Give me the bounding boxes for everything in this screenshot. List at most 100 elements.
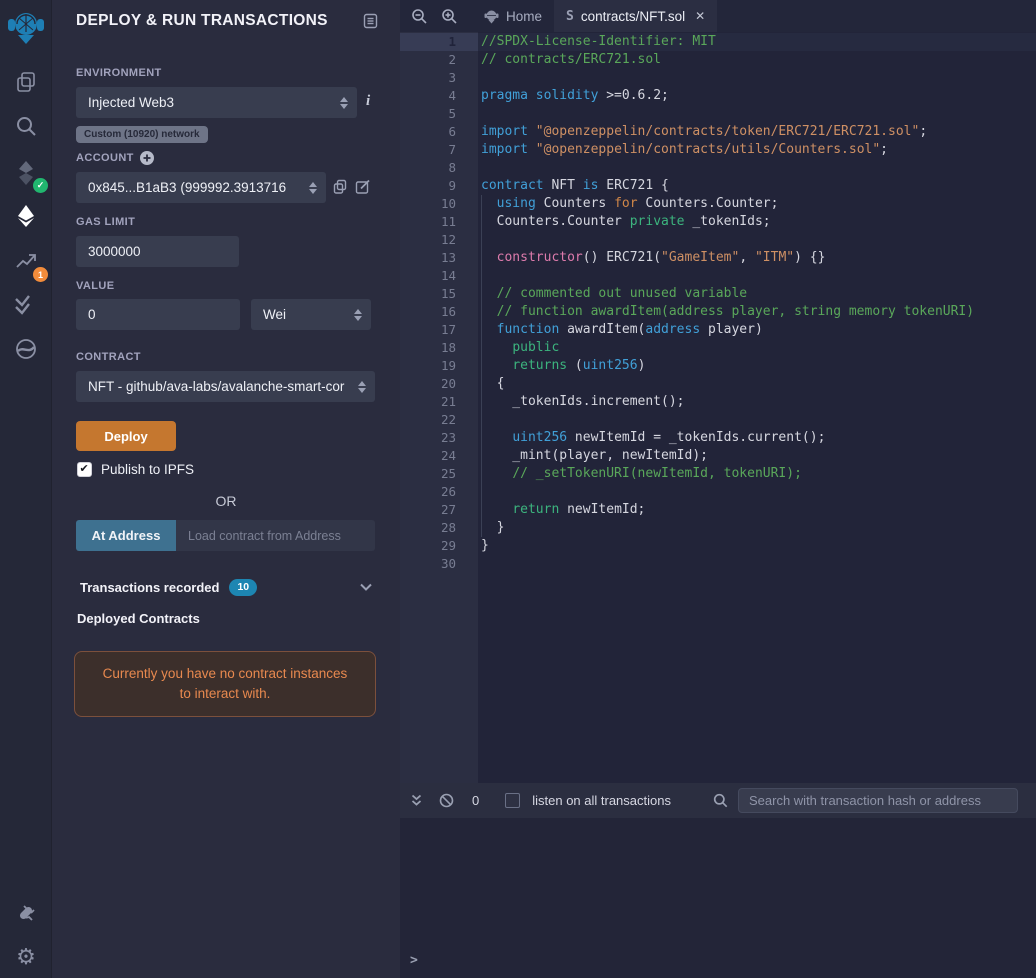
terminal-search-input[interactable]: Search with transaction hash or address: [738, 788, 1018, 813]
code-line: 4pragma solidity >=0.6.2;: [400, 87, 1036, 105]
code-token: // contracts/ERC721.sol: [481, 52, 661, 67]
zoom-out-icon[interactable]: [404, 0, 434, 32]
code-line: 16 // function awardItem(address player,…: [400, 303, 1036, 321]
code-token: [481, 250, 497, 265]
line-number: 27: [400, 501, 478, 519]
value-unit-select[interactable]: Wei: [251, 299, 371, 330]
debugger-icon[interactable]: [0, 331, 52, 367]
code-token: ) {}: [794, 250, 825, 265]
code-token: returns: [512, 358, 567, 373]
search-icon[interactable]: [0, 108, 52, 144]
line-number: 28: [400, 519, 478, 537]
clear-console-icon[interactable]: [439, 793, 454, 808]
copy-account-icon[interactable]: [333, 179, 347, 200]
at-address-input[interactable]: Load contract from Address: [176, 520, 375, 551]
code-line: 8: [400, 159, 1036, 177]
terminal-collapse-icon[interactable]: [410, 794, 423, 807]
code-text: [478, 231, 1036, 249]
code-text: import "@openzeppelin/contracts/utils/Co…: [478, 141, 1036, 159]
environment-select[interactable]: Injected Web3: [76, 87, 357, 118]
gas-limit-input[interactable]: 3000000: [76, 236, 239, 267]
line-number: 15: [400, 285, 478, 303]
account-select[interactable]: 0x845...B1aB3 (999992.3913716: [76, 172, 326, 203]
value-input[interactable]: 0: [76, 299, 240, 330]
code-token: [481, 196, 497, 211]
remix-logo-icon[interactable]: [5, 6, 47, 48]
recorder-icon[interactable]: [363, 13, 378, 34]
contract-select[interactable]: NFT - github/ava-labs/avalanche-smart-co…: [76, 371, 375, 402]
code-line: 1//SPDX-License-Identifier: MIT: [400, 33, 1036, 51]
code-line: 5: [400, 105, 1036, 123]
code-token: // commented out unused variable: [497, 286, 747, 301]
line-number: 23: [400, 429, 478, 447]
code-text: _mint(player, newItemId);: [478, 447, 1036, 465]
code-token: ): [638, 358, 646, 373]
file-explorer-icon[interactable]: [0, 64, 52, 100]
solidity-file-icon: S: [566, 9, 574, 24]
code-token: Counters.Counter: [481, 214, 630, 229]
gas-limit-label: GAS LIMIT: [76, 216, 135, 228]
code-token: constructor: [497, 250, 583, 265]
code-line: 30: [400, 555, 1036, 573]
value-unit: Wei: [263, 307, 286, 322]
code-token: return: [512, 502, 559, 517]
plugin-manager-icon[interactable]: [0, 895, 52, 931]
line-number: 17: [400, 321, 478, 339]
tab-home[interactable]: Home: [472, 0, 554, 32]
unit-testing-icon[interactable]: [0, 286, 52, 322]
code-text: }: [478, 519, 1036, 537]
tab-contracts-nft-sol[interactable]: S contracts/NFT.sol ✕: [554, 0, 717, 32]
code-token: "@openzeppelin/contracts/utils/Counters.…: [536, 142, 880, 157]
code-token: newItemId;: [559, 502, 645, 517]
solidity-compiler-icon[interactable]: ✓: [0, 155, 52, 191]
contract-label: CONTRACT: [76, 351, 141, 363]
code-line: 9contract NFT is ERC721 {: [400, 177, 1036, 195]
code-text: _tokenIds.increment();: [478, 393, 1036, 411]
add-account-icon[interactable]: [140, 151, 154, 165]
code-line: 7import "@openzeppelin/contracts/utils/C…: [400, 141, 1036, 159]
code-text: [478, 555, 1036, 573]
code-text: pragma solidity >=0.6.2;: [478, 87, 1036, 105]
settings-icon[interactable]: ⚙: [0, 939, 52, 975]
line-number: 9: [400, 177, 478, 195]
code-text: {: [478, 375, 1036, 393]
line-number: 14: [400, 267, 478, 285]
line-number: 7: [400, 141, 478, 159]
transactions-recorded-toggle[interactable]: Transactions recorded 10: [80, 578, 372, 596]
publish-ipfs-label: Publish to IPFS: [101, 462, 194, 477]
line-number: 22: [400, 411, 478, 429]
code-text: // contracts/ERC721.sol: [478, 51, 1036, 69]
line-number: 24: [400, 447, 478, 465]
at-address-button[interactable]: At Address: [76, 520, 176, 551]
zoom-in-icon[interactable]: [434, 0, 464, 32]
code-line: 22: [400, 411, 1036, 429]
code-token: ,: [739, 250, 755, 265]
publish-ipfs-checkbox[interactable]: [77, 462, 92, 477]
environment-info-icon[interactable]: i: [366, 93, 378, 110]
tab-home-label: Home: [506, 9, 542, 24]
sign-message-icon[interactable]: [355, 179, 371, 200]
deploy-button[interactable]: Deploy: [76, 421, 176, 451]
gas-limit-value: 3000000: [88, 244, 141, 259]
contract-value: NFT - github/ava-labs/avalanche-smart-co…: [88, 379, 344, 394]
or-divider-label: OR: [52, 493, 400, 509]
line-number: 6: [400, 123, 478, 141]
terminal-prompt: >: [410, 953, 418, 968]
code-line: 21 _tokenIds.increment();: [400, 393, 1036, 411]
code-token: [481, 340, 512, 355]
code-editor[interactable]: 1//SPDX-License-Identifier: MIT2// contr…: [400, 32, 1036, 783]
code-token: // function awardItem(address player, st…: [497, 304, 974, 319]
code-token: for: [614, 196, 637, 211]
terminal-output[interactable]: >: [400, 818, 1036, 978]
code-text: public: [478, 339, 1036, 357]
code-token: is: [583, 178, 599, 193]
deploy-and-run-icon[interactable]: [0, 198, 52, 234]
analytics-icon[interactable]: 1: [0, 242, 52, 278]
no-instances-message: Currently you have no contract instances…: [74, 651, 376, 717]
listen-all-checkbox[interactable]: [505, 793, 520, 808]
code-line: 25 // _setTokenURI(newItemId, tokenURI);: [400, 465, 1036, 483]
code-text: import "@openzeppelin/contracts/token/ER…: [478, 123, 1036, 141]
close-tab-icon[interactable]: ✕: [695, 9, 705, 23]
code-text: // _setTokenURI(newItemId, tokenURI);: [478, 465, 1036, 483]
line-number: 30: [400, 555, 478, 573]
